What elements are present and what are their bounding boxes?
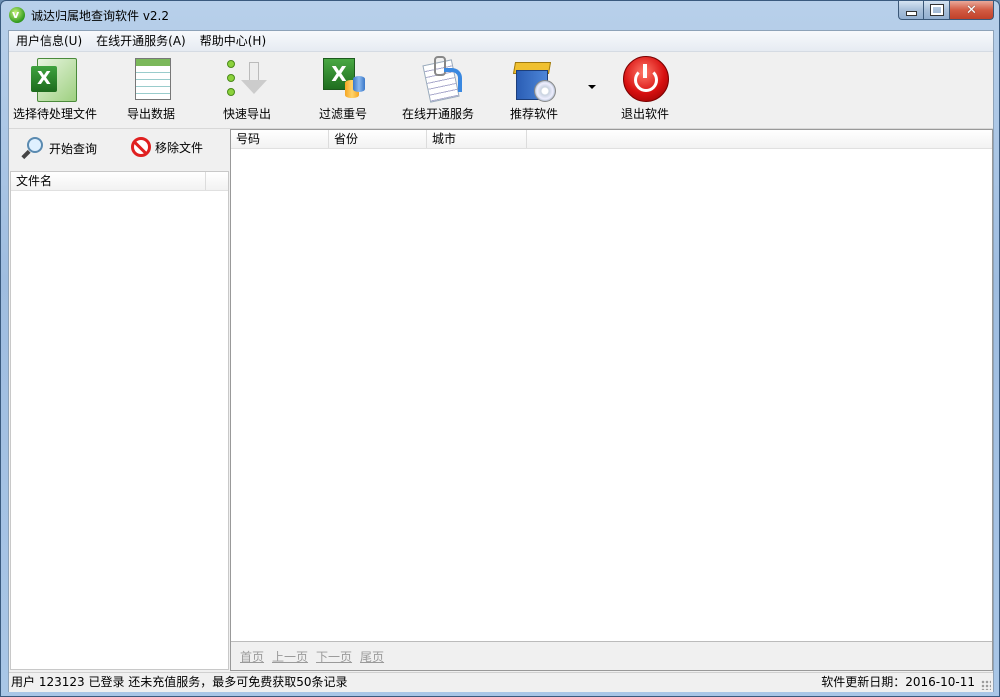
left-panel: 开始查询 移除文件 文件名 [9,129,229,671]
recommend-software-label: 推荐软件 [510,107,559,121]
result-table[interactable]: 号码 省份 城市 首页 上一页 下一页 尾页 [230,129,993,671]
minimize-icon [905,10,917,16]
menu-bar: 用户信息(U) 在线开通服务(A) 帮助中心(H) [9,31,993,52]
table-sheet-icon [127,56,175,102]
magnifier-icon [21,137,45,161]
pager-last[interactable]: 尾页 [360,648,384,665]
online-service-label: 在线开通服务 [402,107,475,121]
pager-next[interactable]: 下一页 [316,648,352,665]
status-bar: 用户 123123 已登录 还未充值服务，最多可免费获取50条记录 软件更新日期… [9,672,993,692]
pager: 首页 上一页 下一页 尾页 [231,641,992,670]
remove-file-label: 移除文件 [155,140,204,155]
start-query-button[interactable]: 开始查询 [21,137,98,161]
remove-file-button[interactable]: 移除文件 [131,137,203,157]
status-login-info: 用户 123123 已登录 还未充值服务，最多可免费获取50条记录 [11,675,348,689]
document-service-icon [414,56,462,103]
export-data-button[interactable]: 导出数据 [127,56,175,122]
pager-first[interactable]: 首页 [240,648,264,665]
select-file-label: 选择待处理文件 [13,107,98,121]
exit-software-label: 退出软件 [621,107,670,121]
excel-icon: X [31,56,79,102]
select-file-button[interactable]: X 选择待处理文件 [13,56,97,122]
client-area: 用户信息(U) 在线开通服务(A) 帮助中心(H) X 选择待处理文件 导出数据… [8,30,994,692]
filter-duplicates-label: 过滤重号 [319,107,368,121]
status-update-date: 软件更新日期：2016-10-11 [821,675,975,689]
quick-export-label: 快速导出 [223,107,272,121]
file-list-header: 文件名 [11,172,228,191]
exit-software-button[interactable]: 退出软件 [621,56,669,122]
title-bar[interactable]: v 诚达归属地查询软件 v2.2 ✕ [1,1,999,29]
column-header-number[interactable]: 号码 [231,130,329,148]
export-data-label: 导出数据 [127,107,176,121]
prohibit-icon [131,137,151,157]
software-box-icon [510,56,558,102]
menu-help-center[interactable]: 帮助中心(H) [193,31,273,51]
close-icon: ✕ [966,2,977,18]
maximize-icon [929,4,944,16]
pager-prev[interactable]: 上一页 [272,648,308,665]
file-list[interactable]: 文件名 [10,171,229,670]
result-table-header: 号码 省份 城市 [231,130,992,149]
close-button[interactable]: ✕ [950,1,994,20]
column-header-blank[interactable] [206,172,228,190]
resize-grip-icon[interactable] [981,680,991,690]
window-title: 诚达归属地查询软件 v2.2 [31,9,170,23]
toolbar: X 选择待处理文件 导出数据 快速导出 X 过滤重号 在线开通服务 推荐软件 退… [9,52,993,129]
app-window: v 诚达归属地查询软件 v2.2 ✕ 用户信息(U) 在线开通服务(A) 帮助中… [0,0,1000,697]
window-controls: ✕ [898,1,994,20]
column-header-province[interactable]: 省份 [329,130,427,148]
left-toolbar: 开始查询 移除文件 [9,129,229,171]
start-query-label: 开始查询 [49,141,98,156]
menu-user-info[interactable]: 用户信息(U) [9,31,89,51]
download-arrow-icon [223,56,271,102]
minimize-button[interactable] [898,1,924,20]
maximize-button[interactable] [924,1,950,20]
recommend-software-button[interactable]: 推荐软件 [510,56,558,122]
quick-export-button[interactable]: 快速导出 [223,56,271,122]
column-header-filename[interactable]: 文件名 [11,172,207,190]
filter-duplicates-button[interactable]: X 过滤重号 [319,56,367,122]
recommend-dropdown-arrow-icon[interactable] [588,85,596,89]
menu-online-service[interactable]: 在线开通服务(A) [89,31,193,51]
excel-filter-icon: X [319,56,367,102]
online-service-button[interactable]: 在线开通服务 [402,56,474,122]
power-icon [621,56,669,102]
column-header-city[interactable]: 城市 [427,130,527,148]
app-leaf-icon[interactable]: v [9,7,25,23]
